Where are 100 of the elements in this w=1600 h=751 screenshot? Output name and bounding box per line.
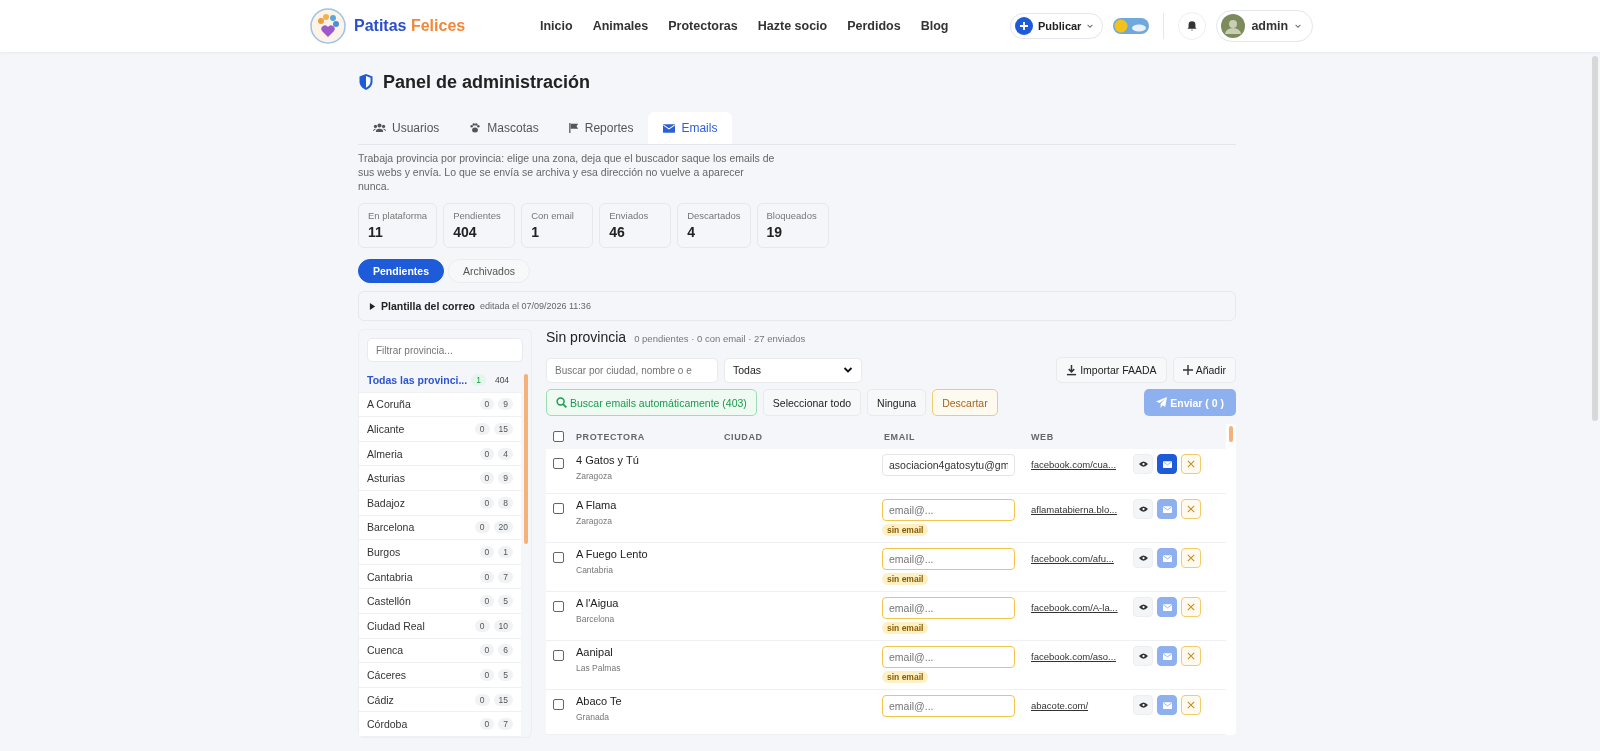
discard-row-button[interactable] bbox=[1181, 548, 1201, 568]
page-title: Panel de administración bbox=[383, 71, 591, 93]
page-scrollbar-drawing[interactable] bbox=[1592, 56, 1598, 421]
email-field[interactable]: email@... bbox=[882, 695, 1015, 717]
column-header: WEB bbox=[1030, 431, 1055, 442]
filter-pill[interactable]: Pendientes bbox=[358, 259, 445, 283]
website-link[interactable]: abacote.com/ bbox=[1031, 700, 1089, 711]
discard-row-button[interactable] bbox=[1181, 646, 1201, 666]
province-item[interactable]: Alicante 0 15 bbox=[359, 417, 521, 442]
email-field[interactable]: email@... bbox=[882, 548, 1015, 570]
nav-link[interactable]: Hazte socio bbox=[757, 19, 828, 33]
discard-row-button[interactable] bbox=[1181, 454, 1201, 474]
search-field[interactable]: Buscar por ciudad, nombre o e bbox=[546, 357, 718, 383]
website-link[interactable]: facebook.com/aso... bbox=[1031, 651, 1117, 662]
row-checkbox[interactable] bbox=[553, 650, 564, 661]
province-item[interactable]: Cádiz 0 15 bbox=[359, 687, 521, 713]
select-none-button[interactable]: Ninguna bbox=[867, 389, 927, 416]
user-menu-button[interactable]: admin bbox=[1216, 10, 1314, 42]
close-icon bbox=[1187, 460, 1195, 468]
nav-link[interactable]: Perdidos bbox=[847, 19, 901, 33]
theme-toggle[interactable] bbox=[1113, 18, 1150, 34]
paper-plane-icon bbox=[1156, 397, 1168, 408]
province-filter-field[interactable]: Filtrar provincia... bbox=[367, 338, 523, 362]
discard-row-button[interactable] bbox=[1181, 695, 1201, 715]
template-title: Plantilla del correo bbox=[381, 300, 475, 312]
view-button[interactable] bbox=[1133, 646, 1153, 666]
discard-button[interactable]: Descartar bbox=[932, 389, 998, 416]
stat-value: 46 bbox=[609, 224, 626, 240]
eye-icon bbox=[1138, 653, 1148, 659]
email-field[interactable]: asociacion4gatosytu@gm bbox=[882, 454, 1015, 476]
province-item[interactable]: Almeria 0 4 bbox=[359, 441, 521, 467]
filter-dropdown[interactable]: Todas bbox=[724, 357, 862, 383]
view-button[interactable] bbox=[1133, 548, 1153, 568]
template-panel[interactable]: Plantilla del correo editada el 07/09/2026 11:36 bbox=[358, 291, 1236, 321]
website-link[interactable]: facebook.com/afu... bbox=[1031, 553, 1114, 564]
row-checkbox[interactable] bbox=[553, 458, 564, 469]
eye-icon bbox=[1138, 555, 1148, 561]
province-item[interactable]: Córdoba 0 7 bbox=[359, 712, 521, 737]
auto-search-button[interactable]: Buscar emails automáticamente (403) bbox=[546, 389, 757, 416]
nav-link[interactable]: Animales bbox=[592, 19, 649, 33]
province-text: Las Palmas bbox=[576, 663, 622, 673]
province-item[interactable]: Cáceres 0 5 bbox=[359, 663, 521, 688]
province-item[interactable]: Barcelona 0 20 bbox=[359, 515, 521, 541]
row-checkbox[interactable] bbox=[553, 552, 564, 563]
province-item[interactable]: Asturias 0 9 bbox=[359, 466, 521, 491]
email-field[interactable]: email@... bbox=[882, 646, 1015, 668]
send-email-button[interactable] bbox=[1157, 454, 1177, 474]
summary-text: 0 pendientes · 0 con email · 27 enviados bbox=[634, 333, 806, 344]
email-field[interactable]: email@... bbox=[882, 597, 1015, 619]
scrollbar-drawing[interactable] bbox=[1229, 426, 1233, 442]
search-icon bbox=[556, 397, 567, 408]
province-item[interactable]: Burgos 0 1 bbox=[359, 540, 521, 565]
import-button[interactable]: Importar FAADA bbox=[1056, 357, 1167, 383]
publish-button[interactable]: Publicar bbox=[1010, 13, 1104, 39]
discard-row-button[interactable] bbox=[1181, 597, 1201, 617]
row-checkbox[interactable] bbox=[553, 503, 564, 514]
tab[interactable]: Mascotas bbox=[454, 112, 554, 144]
nav-link[interactable]: Inicio bbox=[540, 19, 573, 33]
province-item[interactable]: Badajoz 0 8 bbox=[359, 490, 521, 516]
email-field[interactable]: email@... bbox=[882, 499, 1015, 521]
province-item[interactable]: A Coruña 0 9 bbox=[359, 392, 521, 418]
stat-label: Bloqueados bbox=[766, 210, 818, 221]
view-button[interactable] bbox=[1133, 454, 1153, 474]
province-text: Granada bbox=[576, 712, 611, 722]
brand-name[interactable]: Patitas Felices bbox=[354, 17, 466, 35]
tab[interactable]: Reportes bbox=[553, 112, 649, 144]
shield-icon bbox=[358, 73, 374, 91]
row-checkbox[interactable] bbox=[553, 601, 564, 612]
stat-label: Con email bbox=[531, 210, 575, 221]
envelope-icon bbox=[1162, 652, 1172, 660]
view-button[interactable] bbox=[1133, 499, 1153, 519]
nav-link[interactable]: Blog bbox=[920, 19, 949, 33]
add-button[interactable]: Añadir bbox=[1172, 357, 1236, 383]
nav-link[interactable]: Protectoras bbox=[668, 19, 738, 33]
notifications-button[interactable] bbox=[1178, 12, 1207, 40]
province-item[interactable]: Ciudad Real 0 10 bbox=[359, 613, 521, 639]
paw-heart-logo-icon[interactable] bbox=[310, 8, 346, 44]
province-item[interactable]: Cuenca 0 6 bbox=[359, 638, 521, 664]
status-badge: sin email bbox=[882, 524, 929, 536]
chevron-down-icon bbox=[1086, 22, 1095, 30]
select-all-checkbox[interactable] bbox=[553, 431, 564, 442]
province-item[interactable]: Cantabria 0 7 bbox=[359, 564, 521, 590]
view-button[interactable] bbox=[1133, 597, 1153, 617]
tab[interactable]: Usuarios bbox=[358, 112, 455, 144]
envelope-icon bbox=[1162, 603, 1172, 611]
column-header: CIUDAD bbox=[723, 431, 764, 442]
bell-icon bbox=[1186, 20, 1199, 32]
tab[interactable]: Emails bbox=[648, 112, 733, 144]
website-link[interactable]: facebook.com/A-la... bbox=[1031, 602, 1118, 613]
select-all-button[interactable]: Seleccionar todo bbox=[762, 389, 862, 416]
view-button[interactable] bbox=[1133, 695, 1153, 715]
eye-icon bbox=[1138, 604, 1148, 610]
row-checkbox[interactable] bbox=[553, 699, 564, 710]
eye-icon bbox=[1138, 702, 1148, 708]
filter-pill[interactable]: Archivados bbox=[448, 259, 530, 283]
website-link[interactable]: aflamatabierna.blo... bbox=[1031, 504, 1118, 515]
paw-icon bbox=[469, 123, 482, 133]
province-item[interactable]: Castellón 0 5 bbox=[359, 589, 521, 614]
website-link[interactable]: facebook.com/cua... bbox=[1031, 459, 1117, 470]
discard-row-button[interactable] bbox=[1181, 499, 1201, 519]
